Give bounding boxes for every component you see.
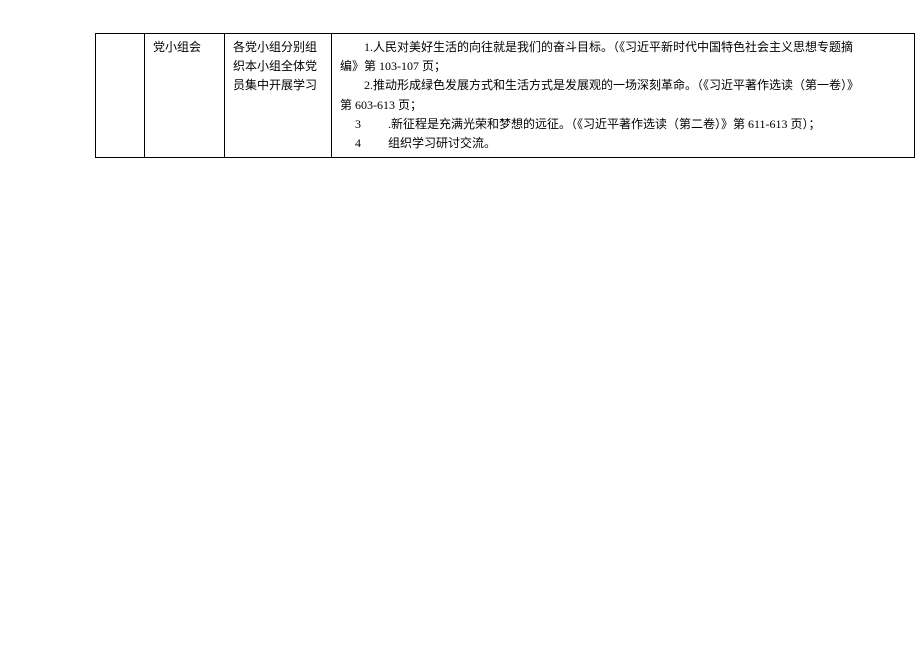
table-cell-content: 1.人民对美好生活的向往就是我们的奋斗目标。（《习近平新时代中国特色社会主义思想… [332, 34, 915, 157]
table-cell-meeting-type: 党小组会 [145, 34, 225, 157]
table-row: 党小组会 各党小组分别组织本小组全体党员集中开展学习 1.人民对美好生活的向往就… [95, 34, 915, 157]
content-item-3: 3 .新征程是充满光荣和梦想的远征。（《习近平著作选读（第二卷）》第 611-6… [340, 115, 906, 134]
item-4-text: 组织学习研讨交流。 [364, 134, 496, 153]
content-item-4: 4 组织学习研讨交流。 [340, 134, 906, 153]
content-line-3: 2.推动形成绿色发展方式和生活方式是发展观的一场深刻革命。（《习近平著作选读（第… [340, 76, 906, 95]
item-3-text: .新征程是充满光荣和梦想的远征。（《习近平著作选读（第二卷）》第 611-613… [364, 115, 821, 134]
content-line-4: 第 603-613 页； [340, 96, 906, 115]
content-line-1: 1.人民对美好生活的向往就是我们的奋斗目标。（《习近平新时代中国特色社会主义思想… [340, 38, 906, 57]
item-4-number: 4 [340, 134, 364, 153]
meeting-type-text: 党小组会 [153, 40, 201, 54]
document-table: 党小组会 各党小组分别组织本小组全体党员集中开展学习 1.人民对美好生活的向往就… [95, 33, 915, 158]
item-3-number: 3 [340, 115, 364, 134]
organization-text: 各党小组分别组织本小组全体党员集中开展学习 [233, 40, 317, 92]
table-cell-organization: 各党小组分别组织本小组全体党员集中开展学习 [225, 34, 332, 157]
table-cell-1 [95, 34, 145, 157]
content-line-2: 编》第 103-107 页； [340, 57, 906, 76]
